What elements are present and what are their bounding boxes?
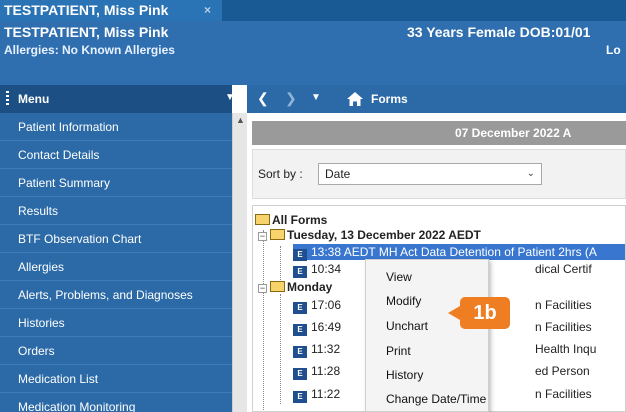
menu-scrollbar[interactable]: ▲ [232,113,247,412]
allergy-status: Allergies: No Known Allergies [4,43,175,57]
sidebar-item-btf-observation-chart[interactable]: BTF Observation Chart [0,225,232,253]
sidebar-item-orders[interactable]: Orders [0,337,232,365]
menu-header: Menu ▼ [0,85,235,113]
date-range-text: 07 December 2022 A [455,126,572,140]
tree-guide [280,294,281,404]
chevron-down-icon[interactable]: ▼ [311,92,321,103]
tree-guide [263,230,264,411]
forward-icon[interactable]: ❯ [285,90,297,107]
form-time: 11:22 [311,387,341,401]
patient-demographics: 33 Years Female DOB:01/01 [407,24,591,40]
context-menu-modify[interactable]: Modify [386,294,421,308]
form-title: Health Inqu [535,342,597,356]
tree-root[interactable]: All Forms [255,212,327,228]
menu-title: Menu [18,92,50,106]
form-time: 16:49 [311,320,342,334]
patient-tab-label: TESTPATIENT, Miss Pink [4,2,169,18]
sidebar-item-patient-information[interactable]: Patient Information [0,113,232,141]
page-title: Forms [371,92,408,106]
sort-by-value: Date [325,167,351,181]
context-menu: View Modify Unchart Print History Change… [365,259,489,412]
form-title: ed Person [535,364,590,378]
form-time: 11:32 [311,342,341,356]
context-menu-change-date-time[interactable]: Change Date/Time [386,392,486,406]
patient-tab[interactable]: TESTPATIENT, Miss Pink × [0,0,222,21]
form-time: 17:06 [311,298,342,312]
date-range-header: 07 December 2022 A [252,121,626,145]
home-icon[interactable] [347,92,363,106]
chevron-down-icon[interactable]: ⌄ [527,164,535,184]
sidebar-item-medication-monitoring[interactable]: Medication Monitoring [0,393,232,412]
grip-icon [6,91,9,107]
form-document-icon: E [293,391,307,403]
folder-open-icon [255,214,270,225]
tree-group[interactable]: − Tuesday, 13 December 2022 AEDT [258,227,481,243]
nav-bar: ❮ ❯ ▼ Forms [247,85,626,113]
form-title: n Facilities [535,387,592,401]
form-document-icon: E [293,324,307,336]
form-document-icon: E [293,266,307,278]
sidebar-item-allergies[interactable]: Allergies [0,253,232,281]
sort-label: Sort by : [258,167,303,181]
tree-group[interactable]: − Monday [258,279,332,295]
context-menu-unchart[interactable]: Unchart [386,319,428,333]
tab-strip: TESTPATIENT, Miss Pink × [0,0,626,21]
form-title: n Facilities [535,320,592,334]
tree-root-label: All Forms [272,213,328,227]
step-callout: 1b [460,297,510,329]
tree-group-label: Tuesday, 13 December 2022 AEDT [287,228,481,242]
form-title: dical Certif [535,262,592,276]
tree-guide [280,246,281,280]
pin-icon[interactable]: ▼ [225,92,235,103]
sort-by-select[interactable]: Date ⌄ [318,163,542,185]
close-icon[interactable]: × [204,0,211,21]
context-menu-print[interactable]: Print [386,344,411,358]
sidebar-item-results[interactable]: Results [0,197,232,225]
form-document-icon: E [293,368,307,380]
sidebar-item-patient-summary[interactable]: Patient Summary [0,169,232,197]
collapse-icon[interactable]: − [258,232,267,241]
patient-location: Lo [606,43,621,57]
folder-open-icon [270,229,285,240]
sidebar-item-histories[interactable]: Histories [0,309,232,337]
back-icon[interactable]: ❮ [257,90,269,107]
context-menu-view[interactable]: View [386,270,412,284]
form-title: AEDT MH Act Data Detention of Patient 2h… [343,245,597,259]
form-title: n Facilities [535,298,592,312]
sidebar-menu: Patient Information Contact Details Pati… [0,113,232,412]
patient-banner: TESTPATIENT, Miss Pink Allergies: No Kno… [0,21,626,85]
form-time: 13:38 [311,245,342,259]
callout-arrow [448,306,460,320]
form-time: 11:28 [311,364,341,378]
scroll-up-icon[interactable]: ▲ [236,115,245,125]
form-document-icon: E [293,302,307,314]
sidebar-item-contact-details[interactable]: Contact Details [0,141,232,169]
form-document-icon: E [293,249,307,261]
sort-panel: Sort by : Date ⌄ [252,149,626,199]
sidebar-item-alerts-problems-diagnoses[interactable]: Alerts, Problems, and Diagnoses [0,281,232,309]
context-menu-history[interactable]: History [386,368,423,382]
form-document-icon: E [293,346,307,358]
folder-open-icon [270,281,285,292]
tree-row-selected[interactable]: E 13:38 AEDT MH Act Data Detention of Pat… [293,244,625,261]
sidebar-item-medication-list[interactable]: Medication List [0,365,232,393]
form-time: 10:34 [311,262,342,276]
collapse-icon[interactable]: − [258,284,267,293]
tree-group-label: Monday [287,280,333,294]
patient-name: TESTPATIENT, Miss Pink [4,24,169,40]
